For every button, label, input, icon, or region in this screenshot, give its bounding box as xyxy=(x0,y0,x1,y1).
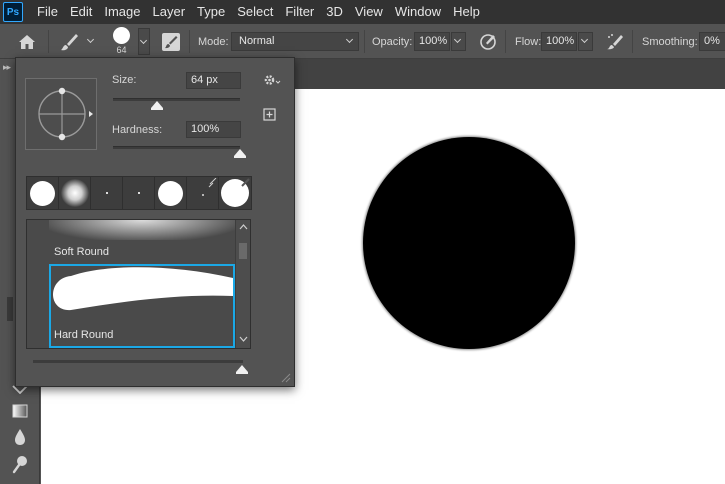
menu-type[interactable]: Type xyxy=(191,0,231,24)
soft-round-tip-icon xyxy=(60,179,89,207)
gear-icon xyxy=(264,75,281,85)
hard-round-tip-icon xyxy=(30,180,55,206)
hard-round-stroke-preview xyxy=(53,267,233,311)
size-slider-track[interactable] xyxy=(113,98,240,101)
brush-preset-dropdown[interactable] xyxy=(138,28,150,55)
brush-tip-preview xyxy=(113,27,130,44)
brush-item-hard-round[interactable]: Hard Round xyxy=(49,264,235,348)
brush-list-scrollbar[interactable] xyxy=(235,220,250,348)
new-preset-button[interactable] xyxy=(263,108,276,126)
recent-brush-pen[interactable] xyxy=(187,177,219,209)
tiny-tip-icon xyxy=(105,192,108,194)
menu-filter[interactable]: Filter xyxy=(279,0,320,24)
brush-preset-picker: Size: 64 px Hardness: 100% Soft Round Ha… xyxy=(15,57,295,387)
airbrush-icon xyxy=(607,33,623,49)
brush-tool-icon xyxy=(61,33,78,50)
mode-value: Normal xyxy=(239,35,275,47)
tiny-tip-icon xyxy=(137,192,140,194)
painted-brush-dab xyxy=(363,137,575,349)
recent-brush-small-1[interactable] xyxy=(91,177,123,209)
smoothing-field[interactable]: 0% xyxy=(699,32,725,51)
menu-bar: Ps File Edit Image Layer Type Select Fil… xyxy=(0,0,725,24)
dodge-tool[interactable] xyxy=(11,455,29,480)
recent-brushes-strip xyxy=(26,176,252,210)
picker-settings-button[interactable] xyxy=(263,73,281,92)
brush-preset-swatch[interactable]: 64 xyxy=(113,24,130,59)
tool-preset-picker[interactable] xyxy=(58,24,95,59)
preview-size-slider-track[interactable] xyxy=(33,360,243,363)
recent-brush-hard-round-2[interactable] xyxy=(155,177,187,209)
brush-settings-icon xyxy=(162,32,180,51)
brush-item-label: Soft Round xyxy=(54,246,110,258)
home-icon xyxy=(19,34,35,49)
smoothing-label: Smoothing: xyxy=(642,35,698,48)
gradient-tool[interactable] xyxy=(11,402,29,425)
brush-angle-icon xyxy=(38,87,93,141)
blur-drop-icon xyxy=(15,429,25,445)
menu-view[interactable]: View xyxy=(349,0,389,24)
app-logo[interactable]: Ps xyxy=(3,2,23,22)
scroll-up-icon[interactable] xyxy=(237,223,250,231)
pen-pressure-icon xyxy=(241,178,250,187)
mode-label: Mode: xyxy=(198,35,229,48)
soft-round-stroke-preview xyxy=(49,220,235,240)
home-button[interactable] xyxy=(17,24,37,59)
hardness-field[interactable]: 100% xyxy=(186,121,241,138)
brush-size-readout: 64 xyxy=(116,45,127,55)
flow-dropdown[interactable] xyxy=(578,32,593,51)
hardness-label: Hardness: xyxy=(112,124,163,136)
blur-tool[interactable] xyxy=(11,427,29,452)
brush-list: Soft Round Hard Round xyxy=(26,219,251,349)
tool-slot xyxy=(7,297,13,321)
flow-field[interactable]: 100% xyxy=(541,32,577,51)
flow-label: Flow: xyxy=(515,35,542,48)
dodge-icon xyxy=(12,456,27,474)
collapse-toolbar-icon[interactable]: ▸▸ xyxy=(3,62,11,73)
menu-select[interactable]: Select xyxy=(231,0,279,24)
menu-image[interactable]: Image xyxy=(98,0,146,24)
hardness-slider-track[interactable] xyxy=(113,146,240,149)
scroll-down-icon[interactable] xyxy=(237,335,250,343)
size-slider-thumb[interactable] xyxy=(151,101,164,110)
brush-item-soft-round[interactable]: Soft Round xyxy=(27,220,235,261)
recent-brush-hard-round[interactable] xyxy=(27,177,59,209)
hardness-slider-thumb[interactable] xyxy=(234,149,246,158)
gradient-icon xyxy=(12,404,28,418)
opacity-field[interactable]: 100% xyxy=(414,32,450,51)
menu-window[interactable]: Window xyxy=(389,0,447,24)
recent-brush-small-2[interactable] xyxy=(123,177,155,209)
brush-angle-preview[interactable] xyxy=(25,78,97,150)
size-label: Size: xyxy=(112,74,137,86)
mode-select[interactable]: Normal xyxy=(231,32,359,51)
opacity-label: Opacity: xyxy=(372,35,413,48)
hard-round-tip-icon xyxy=(158,180,183,206)
menu-3d[interactable]: 3D xyxy=(320,0,349,24)
menu-file[interactable]: File xyxy=(31,0,64,24)
airbrush-button[interactable] xyxy=(605,24,625,59)
resize-grip-icon[interactable] xyxy=(279,371,291,383)
options-bar: 64 Mode: Normal Opacity: 100% Flow: 100% xyxy=(0,24,725,59)
recent-brush-soft-round[interactable] xyxy=(59,177,91,209)
new-preset-icon xyxy=(263,108,276,121)
menu-help[interactable]: Help xyxy=(447,0,486,24)
pen-tip-icon xyxy=(201,178,216,196)
brush-item-label: Hard Round xyxy=(54,329,114,341)
hard-round-tip-icon xyxy=(221,178,250,207)
pressure-opacity-icon xyxy=(480,33,496,50)
opacity-dropdown[interactable] xyxy=(451,32,466,51)
pressure-opacity-button[interactable] xyxy=(478,24,498,59)
menu-edit[interactable]: Edit xyxy=(64,0,98,24)
size-field[interactable]: 64 px xyxy=(186,72,241,89)
menu-layer[interactable]: Layer xyxy=(147,0,192,24)
scrollbar-thumb[interactable] xyxy=(239,243,247,259)
recent-brush-hard-round-pen[interactable] xyxy=(219,177,251,209)
preview-size-slider-thumb[interactable] xyxy=(236,365,248,374)
brush-settings-button[interactable] xyxy=(161,24,181,59)
